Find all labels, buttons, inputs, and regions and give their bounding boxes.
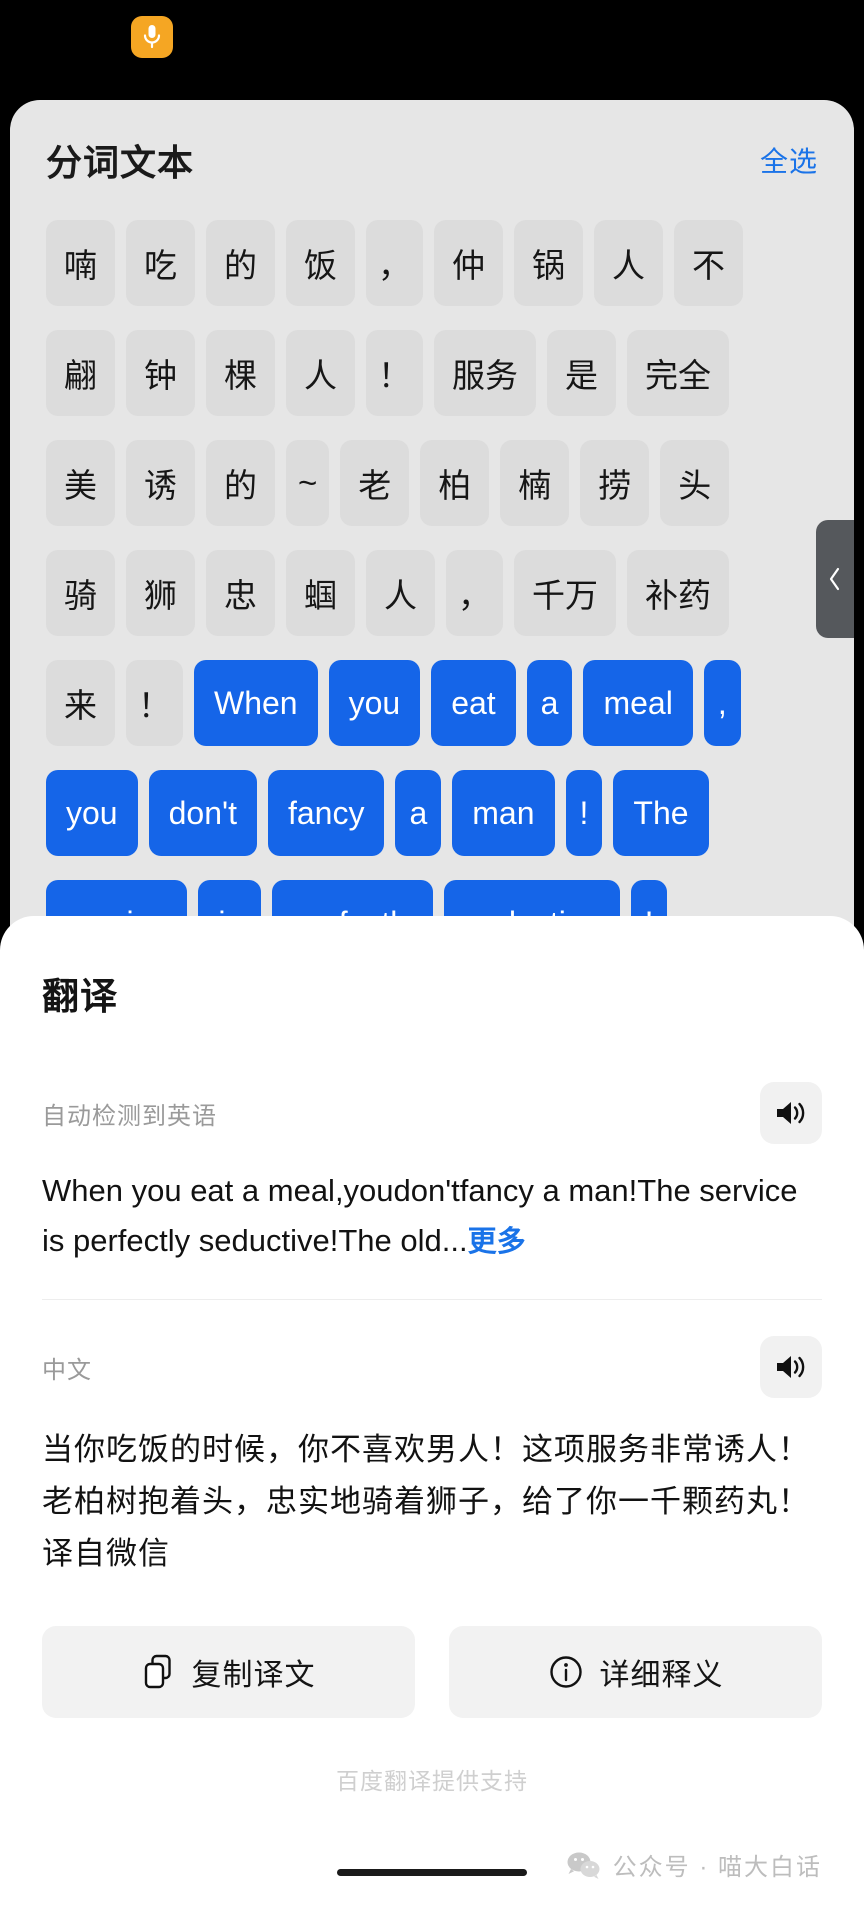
word-chip[interactable]: 诱 xyxy=(126,440,195,526)
page-title: 分词文本 xyxy=(46,142,195,183)
source-language-label: 自动检测到英语 xyxy=(42,1102,217,1130)
source-text-block: When you eat a meal,youdon'tfancy a man!… xyxy=(42,1166,822,1267)
word-chip[interactable]: 钟 xyxy=(126,330,195,416)
word-chip[interactable]: a xyxy=(526,660,573,746)
word-chip[interactable]: 来 xyxy=(46,660,115,746)
word-chip[interactable]: 人 xyxy=(594,220,663,306)
word-chip[interactable]: meal xyxy=(583,660,693,746)
word-chip[interactable]: 是 xyxy=(547,330,616,416)
word-chip[interactable]: eat xyxy=(431,660,516,746)
translation-sheet: 翻译 自动检测到英语 When you eat a meal,youdon'tf… xyxy=(0,916,864,1920)
select-all-button[interactable]: 全选 xyxy=(760,140,818,180)
word-chip[interactable]: 完全 xyxy=(627,330,729,416)
word-chip[interactable]: 饭 xyxy=(286,220,355,306)
segmentation-card: 分词文本 全选 喃吃的饭，仲锅人不翩钟棵人！服务是完全美诱的 ~ 老柏楠捞头骑狮忠蝈… xyxy=(10,100,854,960)
word-chip[interactable]: 喃 xyxy=(46,220,115,306)
drawer-collapse-handle[interactable] xyxy=(816,520,854,638)
copy-translation-button[interactable]: 复制译文 xyxy=(42,1626,415,1718)
word-chip[interactable]: When xyxy=(194,660,318,746)
word-chip[interactable]: 锅 xyxy=(514,220,583,306)
word-chip[interactable]: The xyxy=(613,770,709,856)
action-button-row: 复制译文 详细释义 xyxy=(42,1626,822,1718)
word-chip[interactable]: 人 xyxy=(366,550,435,636)
word-chip[interactable]: 蝈 xyxy=(286,550,355,636)
word-chip[interactable]: 楠 xyxy=(500,440,570,526)
word-chip[interactable]: 棵 xyxy=(206,330,275,416)
word-chip-grid: 喃吃的饭，仲锅人不翩钟棵人！服务是完全美诱的 ~ 老柏楠捞头骑狮忠蝈人，千万 补药来！… xyxy=(10,220,854,960)
source-text: When you eat a meal,youdon'tfancy a man!… xyxy=(42,1173,798,1258)
word-chip-row: 来！ When you eat a meal, xyxy=(46,660,818,746)
copy-translation-label: 复制译文 xyxy=(191,1659,316,1692)
word-chip[interactable]: 美 xyxy=(46,440,115,526)
status-bar xyxy=(0,0,864,72)
watermark: 公众号 · 喵大白话 xyxy=(566,1847,822,1882)
watermark-text: 公众号 · 喵大白话 xyxy=(612,1854,822,1881)
detailed-definition-label: 详细释义 xyxy=(599,1659,724,1692)
word-chip[interactable]: 仲 xyxy=(434,220,503,306)
target-text: 当你吃饭的时候，你不喜欢男人！这项服务非常诱人！老柏树抱着头，忠实地骑着狮子，给… xyxy=(42,1432,810,1571)
word-chip[interactable]: 翩 xyxy=(46,330,115,416)
word-chip[interactable]: 人 xyxy=(286,330,355,416)
word-chip[interactable]: 捞 xyxy=(580,440,650,526)
word-chip[interactable]: 狮 xyxy=(126,550,195,636)
word-chip[interactable]: don't xyxy=(148,770,257,856)
more-link[interactable]: 更多 xyxy=(468,1226,526,1258)
word-chip[interactable]: ! xyxy=(565,770,603,856)
speaker-icon xyxy=(777,1356,805,1378)
word-chip[interactable]: 柏 xyxy=(420,440,490,526)
word-chip-row: 美诱的 ~ 老柏楠捞头 xyxy=(46,440,818,526)
word-chip[interactable]: 千万 xyxy=(514,550,616,636)
word-chip[interactable]: ， xyxy=(446,550,503,636)
word-chip[interactable]: 服务 xyxy=(434,330,536,416)
home-indicator[interactable] xyxy=(337,1869,527,1876)
segmentation-header: 分词文本 全选 xyxy=(10,100,854,220)
microphone-icon xyxy=(131,16,173,58)
word-chip[interactable]: fancy xyxy=(267,770,385,856)
word-chip[interactable]: 忠 xyxy=(206,550,275,636)
target-language-row: 中文 xyxy=(42,1336,822,1398)
translation-title: 翻译 xyxy=(42,976,118,1017)
copy-icon xyxy=(144,1654,171,1689)
word-chip[interactable]: ！ xyxy=(366,330,423,416)
wechat-icon xyxy=(567,1852,600,1879)
source-language-row: 自动检测到英语 xyxy=(42,1082,822,1144)
word-chip[interactable]: 补药 xyxy=(627,550,729,636)
word-chip[interactable]: you xyxy=(46,770,138,856)
detailed-definition-button[interactable]: 详细释义 xyxy=(449,1626,822,1718)
word-chip[interactable]: you xyxy=(328,660,421,746)
word-chip[interactable]: a xyxy=(395,770,442,856)
word-chip[interactable]: , xyxy=(703,660,741,746)
word-chip-row: 翩钟棵人！服务是完全 xyxy=(46,330,818,416)
source-speaker-button[interactable] xyxy=(760,1082,822,1144)
word-chip[interactable]: 的 xyxy=(206,220,275,306)
word-chip-row: 骑狮忠蝈人，千万 补药 xyxy=(46,550,818,636)
word-chip[interactable]: 的 xyxy=(206,440,275,526)
word-chip[interactable]: 骑 xyxy=(46,550,115,636)
word-chip[interactable]: 不 xyxy=(674,220,743,306)
word-chip[interactable]: 头 xyxy=(660,440,730,526)
word-chip[interactable]: ！ xyxy=(126,660,183,746)
target-speaker-button[interactable] xyxy=(760,1336,822,1398)
word-chip[interactable]: man xyxy=(452,770,555,856)
word-chip-row: 喃吃的饭，仲锅人不 xyxy=(46,220,818,306)
speaker-icon xyxy=(777,1102,805,1124)
info-icon xyxy=(549,1656,582,1688)
word-chip-row: you don't fancy a man! The xyxy=(46,770,818,856)
word-chip[interactable]: 吃 xyxy=(126,220,195,306)
word-chip[interactable]: ， xyxy=(366,220,423,306)
word-chip[interactable]: ~ xyxy=(286,440,330,526)
word-chip[interactable]: 老 xyxy=(340,440,410,526)
target-language-label: 中文 xyxy=(42,1356,92,1384)
chevron-left-icon xyxy=(829,567,840,591)
powered-by-label: 百度翻译提供支持 xyxy=(336,1768,528,1794)
section-divider xyxy=(42,1299,822,1300)
phone-screen: 分词文本 全选 喃吃的饭，仲锅人不翩钟棵人！服务是完全美诱的 ~ 老柏楠捞头骑狮忠蝈… xyxy=(0,0,864,1920)
